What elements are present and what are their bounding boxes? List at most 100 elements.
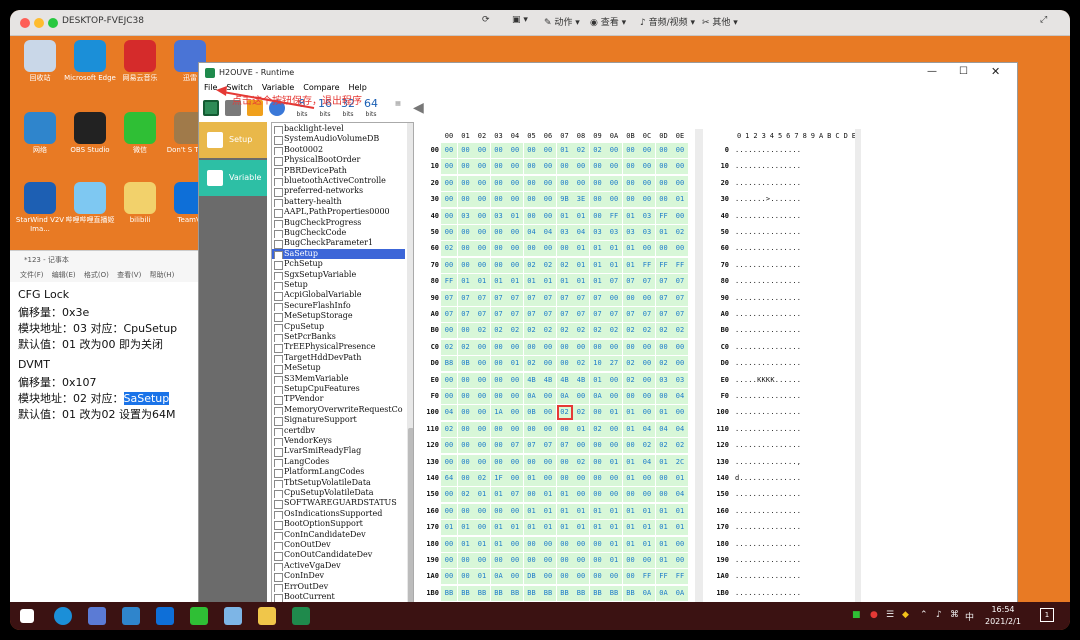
hex-cell[interactable]: FF [672, 257, 688, 273]
hex-cell[interactable]: 00 [639, 389, 655, 404]
variable-item[interactable]: ConOutCandidateDev [272, 550, 405, 561]
hex-cell[interactable]: BB [457, 585, 474, 601]
hex-cell[interactable]: 01 [606, 536, 622, 552]
hex-cell[interactable]: 02 [639, 323, 655, 339]
hex-cell[interactable]: 00 [573, 553, 589, 568]
notepad-selection[interactable]: SaSetup [123, 392, 170, 405]
variable-list-scrollbar[interactable] [407, 123, 413, 608]
hex-cell[interactable]: 00 [589, 192, 606, 208]
hex-cell[interactable]: 01 [672, 471, 688, 486]
hex-cell[interactable]: 00 [457, 454, 474, 470]
hex-cell[interactable]: 00 [672, 405, 688, 421]
variable-item[interactable]: bluetoothActiveControlle [272, 176, 405, 187]
hex-cell[interactable]: 00 [589, 569, 606, 585]
hex-cell[interactable]: 00 [606, 159, 622, 175]
hex-cell[interactable]: 02 [540, 323, 556, 339]
hex-cell[interactable]: 00 [589, 405, 606, 421]
hex-cell[interactable]: 00 [672, 553, 688, 568]
hex-cell[interactable]: 01 [672, 520, 688, 536]
hex-cell[interactable]: FF [655, 569, 672, 585]
notepad-line[interactable]: DVMT [18, 358, 50, 371]
hex-cell[interactable]: 02 [523, 323, 540, 339]
hex-cell[interactable]: 00 [507, 159, 523, 175]
hex-cell[interactable]: 00 [639, 339, 655, 355]
variable-item[interactable]: SetPcrBanks [272, 332, 405, 343]
hex-cell[interactable]: 00 [507, 454, 523, 470]
hex-cell[interactable]: 04 [672, 421, 688, 437]
ascii-row-text[interactable]: ............... [735, 291, 853, 306]
notepad-menu-view[interactable]: 查看(V) [117, 271, 141, 279]
sidebar-variable[interactable]: Variable [199, 160, 267, 196]
hex-cell[interactable]: 02 [474, 471, 490, 486]
back-arrow-icon[interactable]: ◀ [413, 100, 424, 116]
hex-cell[interactable]: 00 [589, 536, 606, 552]
hex-cell[interactable]: 64 [441, 471, 457, 486]
hex-cell[interactable]: 00 [589, 159, 606, 175]
hex-cell[interactable]: 00 [457, 372, 474, 388]
fullscreen-icon[interactable]: ⤢ [1040, 15, 1047, 25]
clock[interactable]: 16:54 2021/2/1 [985, 604, 1021, 628]
hex-cell[interactable]: 00 [639, 356, 655, 372]
hex-cell[interactable]: 00 [556, 241, 573, 257]
hex-cell[interactable]: 00 [639, 175, 655, 191]
hex-cell[interactable]: 01 [589, 274, 606, 290]
hex-cell[interactable]: 01 [589, 241, 606, 257]
hex-cell[interactable]: 00 [606, 143, 622, 158]
ascii-row-text[interactable]: ............... [735, 553, 853, 568]
variable-item[interactable]: CpuSetup [272, 322, 405, 332]
h2ouve-taskbar-icon[interactable] [292, 607, 310, 625]
hex-cell[interactable]: 00 [622, 438, 639, 454]
notification-button[interactable]: 1 [1040, 608, 1054, 622]
hex-cell[interactable]: 03 [672, 372, 688, 388]
hex-cell[interactable]: 00 [457, 257, 474, 273]
variable-item[interactable]: TPVendor [272, 394, 405, 405]
hex-cell[interactable]: 00 [441, 225, 457, 240]
hex-cell[interactable]: 01 [573, 257, 589, 273]
hex-cell[interactable]: 00 [540, 356, 556, 372]
hex-cell[interactable]: 00 [540, 454, 556, 470]
hex-cell[interactable]: 00 [474, 438, 490, 454]
hex-cell[interactable]: 00 [606, 389, 622, 404]
hex-cell[interactable]: 01 [474, 569, 490, 585]
hex-cell[interactable]: 07 [523, 307, 540, 322]
hex-cell[interactable]: 07 [573, 307, 589, 322]
hex-cell[interactable]: 00 [457, 192, 474, 208]
ascii-row-text[interactable]: ............... [735, 225, 853, 240]
hex-cell[interactable]: 01 [606, 454, 622, 470]
hex-cell[interactable]: 01 [622, 520, 639, 536]
hex-cell[interactable]: 00 [672, 536, 688, 552]
hex-cell[interactable]: 07 [655, 274, 672, 290]
hex-cell[interactable]: 07 [523, 290, 540, 306]
hex-cell[interactable]: 00 [523, 536, 540, 552]
sidebar-setup[interactable]: Setup [199, 122, 267, 158]
ascii-row-text[interactable]: ............... [735, 438, 853, 453]
hex-cell[interactable]: 07 [672, 307, 688, 322]
notepad-menu-format[interactable]: 格式(O) [84, 271, 109, 279]
hex-cell[interactable]: 00 [457, 421, 474, 437]
hex-cell[interactable]: FF [639, 569, 655, 585]
hex-cell[interactable]: 01 [490, 536, 507, 552]
hex-cell[interactable]: 01 [474, 487, 490, 503]
hex-cell[interactable]: 01 [589, 503, 606, 519]
hex-cell[interactable]: 01 [655, 454, 672, 470]
hex-cell[interactable]: 04 [639, 421, 655, 437]
hex-cell[interactable]: 00 [622, 143, 639, 158]
close-window-button[interactable] [20, 18, 30, 28]
variable-item[interactable]: LangCodes [272, 457, 405, 468]
hex-cell[interactable]: 00 [655, 339, 672, 355]
notepad-line[interactable]: 默认值：01 改为02 设置为64M [18, 406, 175, 422]
hex-cell[interactable]: 0B [523, 405, 540, 421]
hex-cell[interactable]: 00 [589, 438, 606, 454]
hex-cell[interactable]: 00 [573, 175, 589, 191]
hex-cell[interactable]: 0A [556, 389, 573, 404]
hex-cell[interactable]: 01 [655, 553, 672, 568]
hex-cell[interactable]: 01 [672, 192, 688, 208]
hex-cell[interactable]: 00 [441, 175, 457, 191]
hex-cell[interactable]: BB [523, 585, 540, 601]
ascii-row-text[interactable]: d.............. [735, 471, 853, 486]
hex-cell[interactable]: 00 [655, 389, 672, 404]
hex-cell[interactable]: 00 [474, 241, 490, 257]
hex-cell[interactable]: BB [441, 585, 457, 601]
ascii-row-text[interactable]: ............... [735, 389, 853, 404]
hex-cell[interactable]: 00 [523, 208, 540, 224]
